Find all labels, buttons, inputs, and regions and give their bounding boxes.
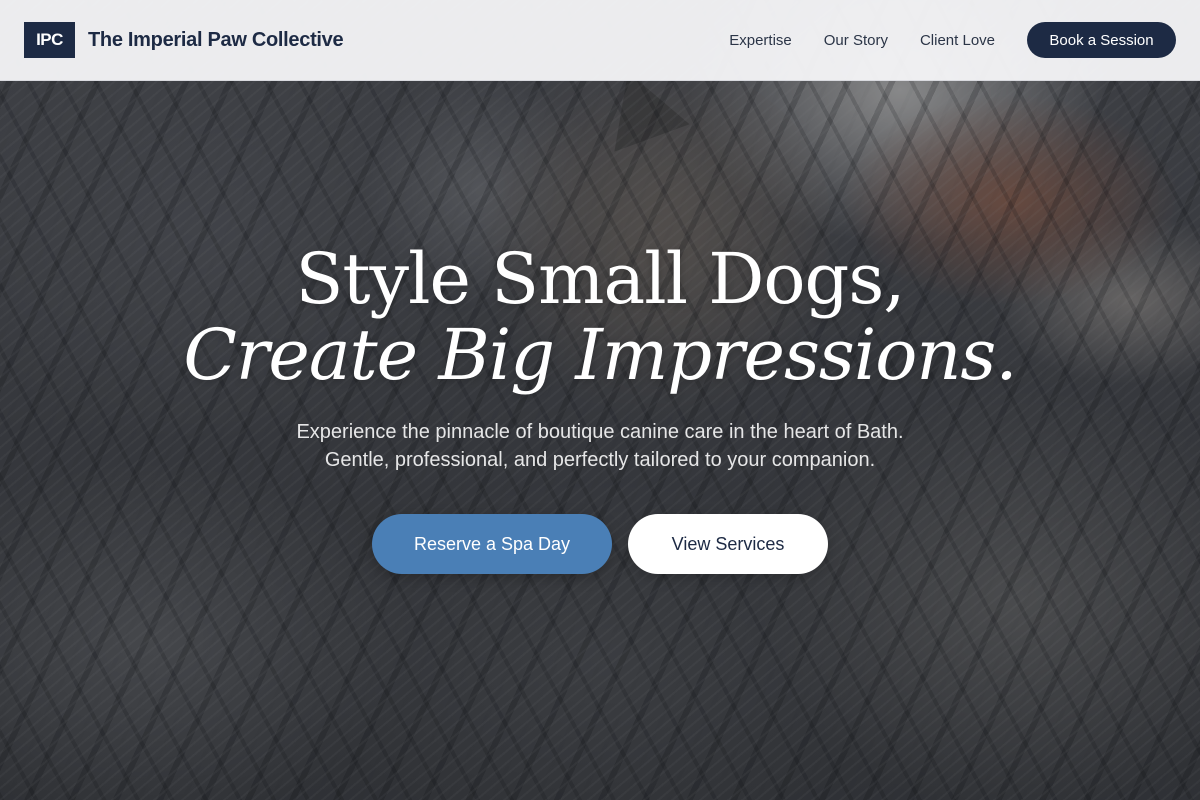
logo-badge[interactable]: IPC	[24, 22, 75, 58]
hero-cta-row: Reserve a Spa Day View Services	[0, 514, 1200, 574]
hero-headline: Style Small Dogs, Create Big Impressions…	[0, 238, 1200, 390]
hero-content: Style Small Dogs, Create Big Impressions…	[0, 238, 1200, 574]
hero-headline-line-2: Create Big Impressions.	[183, 314, 1017, 396]
hero-headline-line-1: Style Small Dogs,	[295, 238, 905, 320]
hero-subtext-line-2: Gentle, professional, and perfectly tail…	[324, 449, 876, 471]
nav-link-our-story[interactable]: Our Story	[824, 32, 888, 49]
book-session-button[interactable]: Book a Session	[1027, 22, 1176, 58]
brand-name[interactable]: The Imperial Paw Collective	[88, 29, 344, 52]
hero-subtext-line-1: Experience the pinnacle of boutique cani…	[296, 421, 904, 443]
hero-subtext: Experience the pinnacle of boutique cani…	[0, 418, 1200, 474]
reserve-spa-day-button[interactable]: Reserve a Spa Day	[372, 514, 612, 574]
view-services-button[interactable]: View Services	[628, 514, 828, 574]
top-navigation-bar: IPC The Imperial Paw Collective Expertis…	[0, 0, 1200, 81]
nav-links: Expertise Our Story Client Love Book a S…	[729, 22, 1176, 58]
nav-link-client-love[interactable]: Client Love	[920, 32, 995, 49]
nav-link-expertise[interactable]: Expertise	[729, 32, 792, 49]
